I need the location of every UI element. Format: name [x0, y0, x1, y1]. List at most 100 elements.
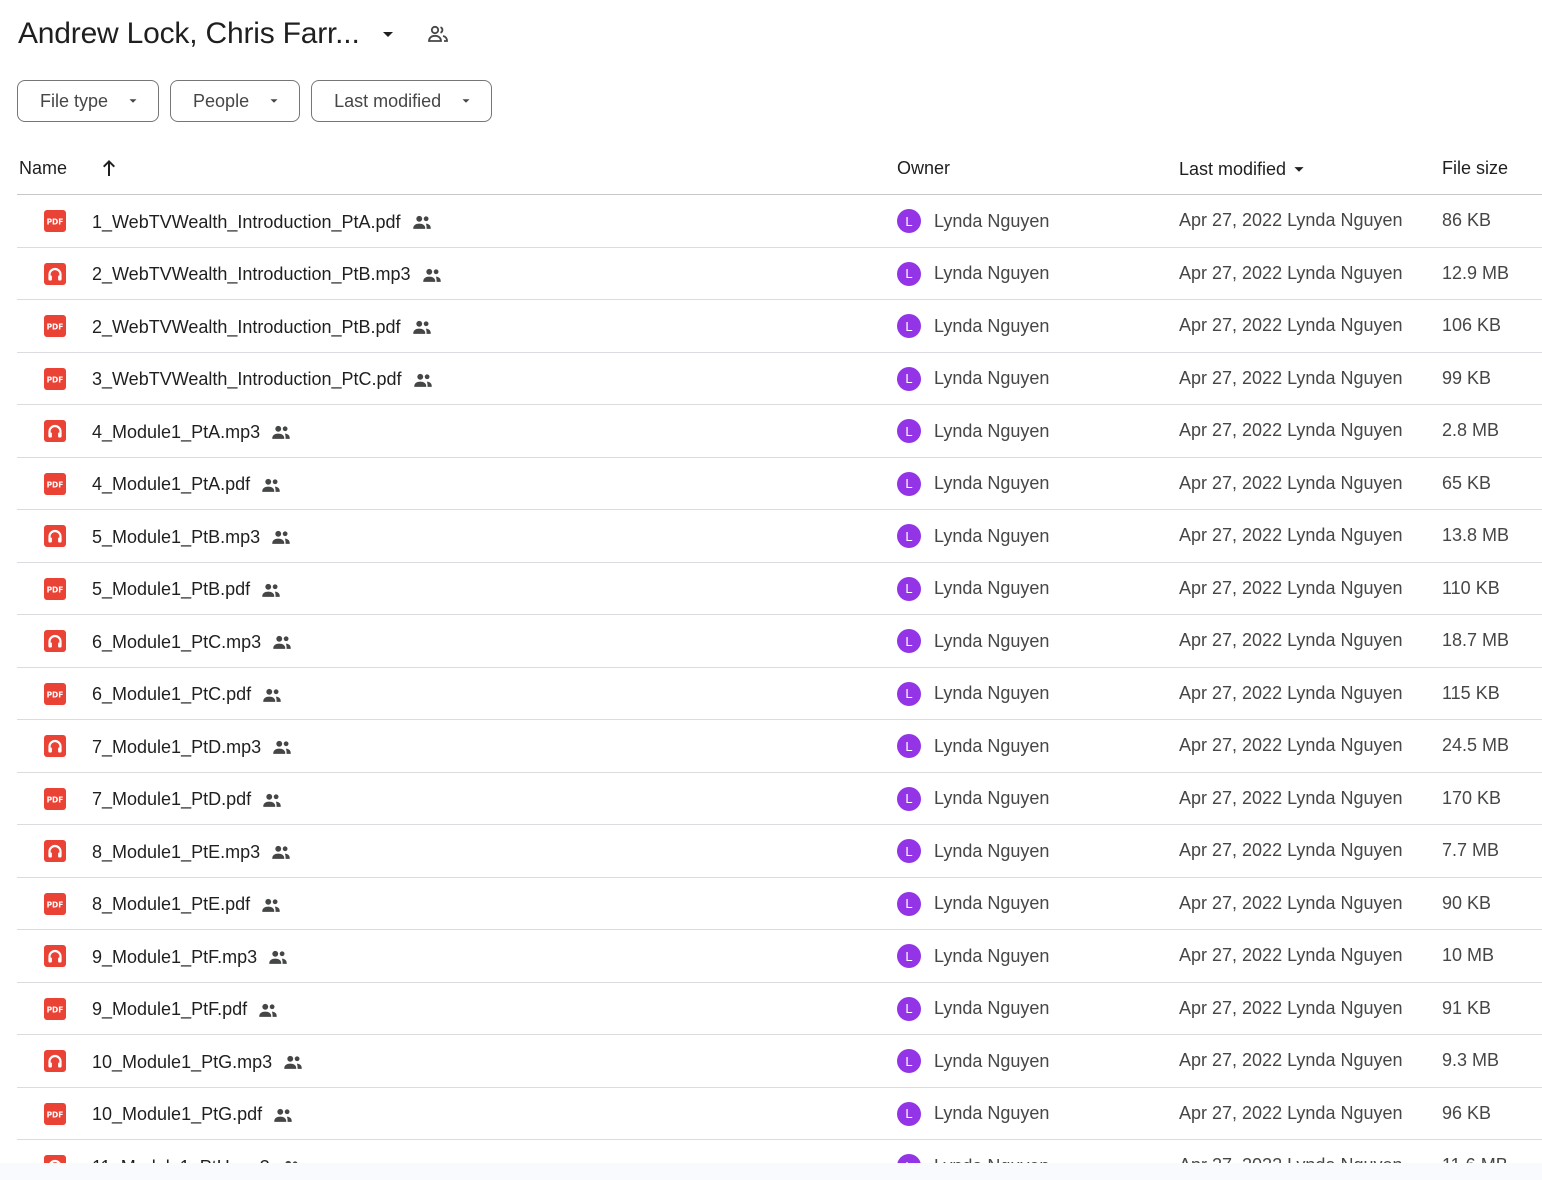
file-name-cell: 5_Module1_PtB.pdf: [92, 578, 284, 602]
file-name-cell: 2_WebTVWealth_Introduction_PtB.pdf: [92, 315, 435, 339]
audio-file-icon: [44, 945, 66, 967]
column-header-name[interactable]: Name: [19, 158, 67, 179]
owner-name: Lynda Nguyen: [934, 630, 1050, 651]
arrow-drop-down-icon[interactable]: [376, 22, 400, 46]
pdf-file-icon: PDF: [44, 682, 66, 705]
table-row[interactable]: PDF 6_Module1_PtC.pdf L Lynda Nguyen Apr…: [17, 668, 1542, 720]
svg-text:PDF: PDF: [47, 690, 64, 699]
table-row[interactable]: PDF 10_Module1_PtG.pdf L Lynda Nguyen Ap…: [17, 1088, 1542, 1140]
file-name-cell: 6_Module1_PtC.pdf: [92, 683, 285, 707]
shared-people-icon: [411, 315, 435, 339]
pdf-file-icon: PDF: [44, 787, 66, 810]
table-row[interactable]: 5_Module1_PtB.mp3 L Lynda Nguyen Apr 27,…: [17, 510, 1542, 563]
file-name-cell: 8_Module1_PtE.pdf: [92, 893, 284, 917]
filter-file-type[interactable]: File type: [17, 80, 160, 122]
table-row[interactable]: PDF 8_Module1_PtE.pdf L Lynda Nguyen Apr…: [17, 878, 1542, 930]
shared-people-icon: [260, 473, 284, 497]
pdf-file-icon: PDF: [44, 210, 66, 232]
folder-title[interactable]: Andrew Lock, Chris Farr...: [18, 17, 360, 51]
shared-people-icon: [257, 998, 281, 1022]
owner-cell: L Lynda Nguyen: [897, 629, 1049, 653]
owner-cell: L Lynda Nguyen: [897, 891, 1050, 916]
table-row[interactable]: PDF 4_Module1_PtA.pdf L Lynda Nguyen Apr…: [17, 458, 1542, 510]
table-row[interactable]: PDF 1_WebTVWealth_Introduction_PtA.pdf L…: [17, 195, 1542, 248]
file-size-cell: 86 KB: [1442, 210, 1492, 230]
last-modified-cell: Apr 27, 2022 Lynda Nguyen: [1179, 787, 1403, 808]
table-row[interactable]: 10_Module1_PtG.mp3 L Lynda Nguyen Apr 27…: [17, 1035, 1542, 1088]
filter-label: File type: [40, 90, 109, 111]
arrow-drop-down-icon: [1294, 167, 1304, 172]
column-header-last-modified[interactable]: Last modified: [1179, 158, 1310, 180]
svg-text:PDF: PDF: [47, 375, 64, 384]
owner-cell: L Lynda Nguyen: [897, 419, 1049, 443]
avatar: L: [897, 261, 921, 286]
owner-name: Lynda Nguyen: [934, 368, 1050, 388]
filter-bar: File type People Last modified: [17, 80, 493, 122]
pdf-file-icon: PDF: [44, 892, 66, 915]
owner-cell: L Lynda Nguyen: [897, 471, 1049, 496]
table-row[interactable]: PDF 9_Module1_PtF.pdf L Lynda Nguyen Apr…: [17, 983, 1542, 1035]
filter-label: Last modified: [334, 90, 442, 111]
last-modified-cell: Apr 27, 2022 Lynda Nguyen: [1179, 472, 1403, 493]
table-row[interactable]: 6_Module1_PtC.mp3 L Lynda Nguyen Apr 27,…: [17, 615, 1542, 668]
shared-people-icon: [270, 525, 294, 549]
last-modified-cell: Apr 27, 2022 Lynda Nguyen: [1179, 630, 1403, 650]
shared-people-icon: [260, 578, 284, 602]
table-row[interactable]: 9_Module1_PtF.mp3 L Lynda Nguyen Apr 27,…: [17, 930, 1542, 983]
file-name-cell: 3_WebTVWealth_Introduction_PtC.pdf: [92, 368, 436, 392]
file-size-cell: 65 KB: [1442, 472, 1492, 493]
arrow-drop-down-icon: [462, 99, 470, 103]
last-modified-cell: Apr 27, 2022 Lynda Nguyen: [1179, 840, 1403, 860]
table-row[interactable]: 7_Module1_PtD.mp3 L Lynda Nguyen Apr 27,…: [17, 720, 1542, 773]
table-row[interactable]: 2_WebTVWealth_Introduction_PtB.mp3 L Lyn…: [17, 248, 1542, 300]
arrow-upward-icon[interactable]: [97, 156, 121, 180]
table-row[interactable]: PDF 7_Module1_PtD.pdf L Lynda Nguyen Apr…: [17, 773, 1542, 825]
owner-cell: L Lynda Nguyen: [897, 314, 1049, 338]
file-name-cell: 9_Module1_PtF.mp3: [92, 945, 291, 969]
table-row[interactable]: PDF 5_Module1_PtB.pdf L Lynda Nguyen Apr…: [17, 563, 1542, 615]
audio-file-icon: [44, 1050, 66, 1072]
file-size-cell: 2.8 MB: [1442, 420, 1500, 440]
people-outline-icon[interactable]: [424, 20, 452, 48]
shared-people-icon: [282, 1050, 306, 1074]
shared-people-icon: [271, 630, 295, 654]
column-header-owner[interactable]: Owner: [897, 158, 950, 179]
file-name-cell: 4_Module1_PtA.pdf: [92, 473, 284, 497]
file-name-cell: 2_WebTVWealth_Introduction_PtB.mp3: [92, 263, 445, 287]
last-modified-cell: Apr 27, 2022 Lynda Nguyen: [1179, 420, 1403, 440]
arrow-drop-down-icon: [270, 99, 278, 103]
last-modified-cell: Apr 27, 2022 Lynda Nguyen: [1179, 1050, 1403, 1070]
table-body: PDF 1_WebTVWealth_Introduction_PtA.pdf L…: [17, 195, 1542, 1180]
audio-file-icon: [44, 420, 66, 442]
owner-cell: L Lynda Nguyen: [897, 209, 1049, 233]
avatar: L: [897, 1049, 921, 1073]
filter-last-modified[interactable]: Last modified: [311, 80, 493, 122]
pdf-file-icon: PDF: [44, 315, 66, 337]
table-row[interactable]: PDF 3_WebTVWealth_Introduction_PtC.pdf L…: [17, 353, 1542, 405]
file-size-cell: 170 KB: [1442, 787, 1502, 808]
pdf-file-icon: PDF: [44, 367, 66, 390]
filter-people[interactable]: People: [170, 80, 301, 122]
avatar: L: [897, 839, 921, 863]
avatar: L: [897, 419, 921, 443]
pdf-file-icon: PDF: [44, 577, 66, 600]
shared-people-icon: [272, 1103, 296, 1127]
column-header-file-size[interactable]: File size: [1442, 158, 1508, 179]
audio-file-icon: [44, 525, 66, 547]
file-name: 10_Module1_PtG.mp3: [92, 1051, 273, 1072]
shared-people-icon: [261, 788, 285, 812]
owner-cell: L Lynda Nguyen: [897, 1049, 1049, 1073]
table-row[interactable]: 8_Module1_PtE.mp3 L Lynda Nguyen Apr 27,…: [17, 825, 1542, 878]
file-size-cell: 99 KB: [1442, 367, 1492, 388]
file-name-cell: 10_Module1_PtG.mp3: [92, 1050, 306, 1074]
table-row[interactable]: 4_Module1_PtA.mp3 L Lynda Nguyen Apr 27,…: [17, 405, 1542, 458]
owner-name: Lynda Nguyen: [934, 893, 1050, 913]
table-row[interactable]: PDF 2_WebTVWealth_Introduction_PtB.pdf L…: [17, 300, 1542, 353]
pdf-file-icon: PDF: [44, 997, 66, 1020]
file-name: 1_WebTVWealth_Introduction_PtA.pdf: [92, 211, 401, 232]
file-name: 6_Module1_PtC.pdf: [92, 684, 252, 704]
owner-cell: L Lynda Nguyen: [897, 734, 1049, 758]
file-name: 9_Module1_PtF.mp3: [92, 946, 258, 967]
shared-people-icon: [267, 945, 291, 969]
avatar: L: [897, 681, 921, 706]
